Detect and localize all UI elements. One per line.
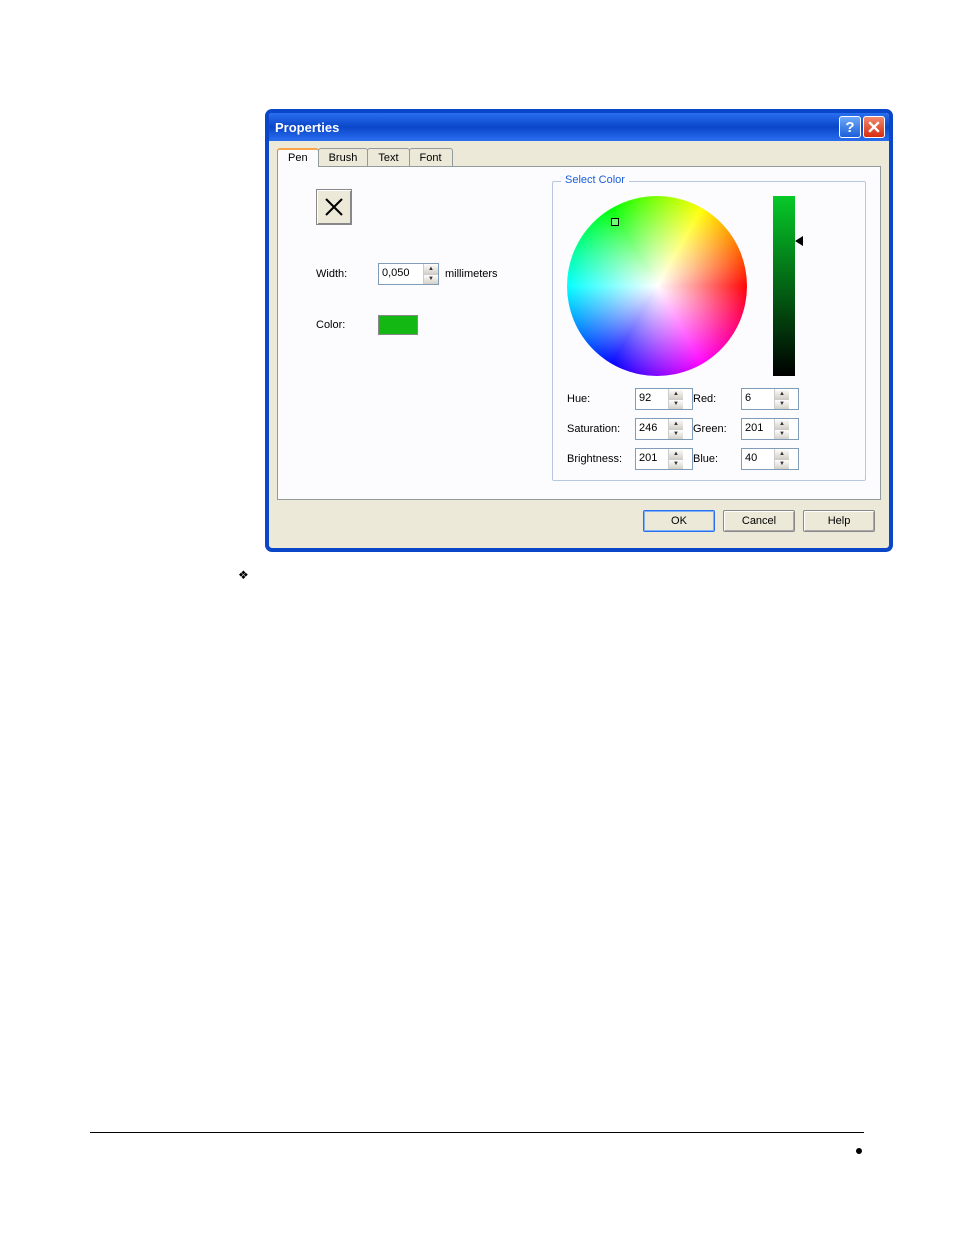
pen-style-button[interactable] — [316, 189, 352, 225]
red-spinner[interactable]: ▲▼ — [741, 388, 799, 410]
color-picker-row — [567, 196, 851, 376]
blue-input[interactable] — [742, 449, 774, 467]
properties-dialog: Properties ? Pen Brush Text Font — [266, 110, 892, 551]
dialog-body: Pen Brush Text Font Width: — [269, 141, 889, 548]
tab-label: Pen — [288, 152, 308, 164]
spin-up-icon[interactable]: ▲ — [668, 449, 683, 459]
spin-up-icon[interactable]: ▲ — [774, 419, 789, 429]
tab-font[interactable]: Font — [409, 148, 453, 167]
tab-label: Font — [420, 152, 442, 164]
color-values: Hue: ▲▼ Red: ▲▼ Saturation: — [567, 388, 851, 470]
spin-up-icon[interactable]: ▲ — [668, 389, 683, 399]
hue-label: Hue: — [567, 393, 635, 405]
ok-button[interactable]: OK — [643, 510, 715, 532]
tab-label: Text — [378, 152, 398, 164]
bullet-icon: ❖ — [238, 568, 249, 582]
width-unit: millimeters — [445, 268, 498, 280]
blue-label: Blue: — [693, 453, 741, 465]
footer-dot-icon — [856, 1148, 862, 1154]
green-input[interactable] — [742, 419, 774, 437]
brightness-slider[interactable] — [773, 196, 795, 376]
spin-up-icon[interactable]: ▲ — [423, 264, 438, 274]
help-icon[interactable]: ? — [839, 116, 861, 138]
pen-width-row: Width: ▲ ▼ millimeters — [292, 263, 552, 285]
spin-down-icon[interactable]: ▼ — [774, 459, 789, 470]
color-label: Color: — [316, 319, 378, 331]
spin-down-icon[interactable]: ▼ — [668, 429, 683, 440]
red-label: Red: — [693, 393, 741, 405]
x-icon — [325, 198, 343, 216]
tab-text[interactable]: Text — [367, 148, 409, 167]
spin-down-icon[interactable]: ▼ — [423, 274, 438, 285]
pen-left-column: Width: ▲ ▼ millimeters Color: — [292, 181, 552, 481]
spin-down-icon[interactable]: ▼ — [774, 429, 789, 440]
cancel-button[interactable]: Cancel — [723, 510, 795, 532]
pen-color-row: Color: — [292, 315, 552, 335]
saturation-label: Saturation: — [567, 423, 635, 435]
pen-width-spinner[interactable]: ▲ ▼ — [378, 263, 439, 285]
hue-input[interactable] — [636, 389, 668, 407]
blue-spinner[interactable]: ▲▼ — [741, 448, 799, 470]
color-wheel-cursor[interactable] — [611, 218, 619, 226]
saturation-input[interactable] — [636, 419, 668, 437]
tab-label: Brush — [329, 152, 358, 164]
spin-up-icon[interactable]: ▲ — [774, 389, 789, 399]
brightness-slider-wrap — [773, 196, 813, 376]
select-color-group: Select Color Hue: — [552, 181, 866, 481]
spin-up-icon[interactable]: ▲ — [668, 419, 683, 429]
saturation-spinner[interactable]: ▲▼ — [635, 418, 693, 440]
red-input[interactable] — [742, 389, 774, 407]
color-wheel-wrap — [567, 196, 747, 376]
window-title: Properties — [275, 120, 837, 135]
titlebar: Properties ? — [269, 113, 889, 141]
brightness-slider-handle-icon[interactable] — [795, 236, 803, 246]
width-label: Width: — [316, 268, 378, 280]
help-button[interactable]: Help — [803, 510, 875, 532]
brightness-spinner[interactable]: ▲▼ — [635, 448, 693, 470]
green-spinner[interactable]: ▲▼ — [741, 418, 799, 440]
dialog-buttons: OK Cancel Help — [277, 500, 881, 540]
select-color-legend: Select Color — [561, 174, 629, 186]
footer-rule — [90, 1132, 864, 1133]
spin-down-icon[interactable]: ▼ — [668, 399, 683, 410]
color-wheel[interactable] — [567, 196, 747, 376]
brightness-input[interactable] — [636, 449, 668, 467]
spin-up-icon[interactable]: ▲ — [774, 449, 789, 459]
color-swatch[interactable] — [378, 315, 418, 335]
green-label: Green: — [693, 423, 741, 435]
brightness-label: Brightness: — [567, 453, 635, 465]
hue-spinner[interactable]: ▲▼ — [635, 388, 693, 410]
close-icon[interactable] — [863, 116, 885, 138]
spin-down-icon[interactable]: ▼ — [668, 459, 683, 470]
tabstrip: Pen Brush Text Font — [277, 145, 881, 167]
tab-brush[interactable]: Brush — [318, 148, 369, 167]
pen-width-input[interactable] — [379, 264, 423, 282]
spin-down-icon[interactable]: ▼ — [774, 399, 789, 410]
tab-pen[interactable]: Pen — [277, 148, 319, 167]
tabpage-pen: Width: ▲ ▼ millimeters Color: — [277, 166, 881, 500]
